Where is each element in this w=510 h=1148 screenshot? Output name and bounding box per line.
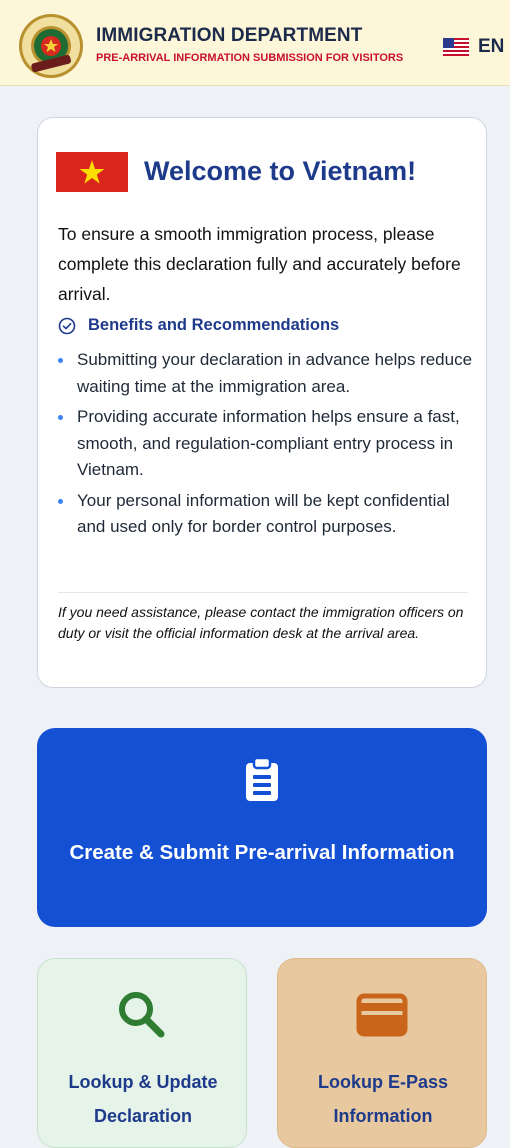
create-submit-button[interactable]: Create & Submit Pre-arrival Information xyxy=(37,728,487,927)
lookup-epass-label: Lookup E-Pass Information xyxy=(317,1072,449,1126)
language-label: EN xyxy=(478,36,505,57)
lookup-update-button[interactable]: Lookup & Update Declaration xyxy=(37,958,247,1148)
assistance-note: If you need assistance, please contact t… xyxy=(58,604,464,641)
lookup-update-label: Lookup & Update Declaration xyxy=(68,1072,218,1126)
intro-text: To ensure a smooth immigration process, … xyxy=(58,224,461,304)
welcome-title: Welcome to Vietnam! xyxy=(144,156,417,186)
list-item: Providing accurate information helps ens… xyxy=(58,404,478,484)
list-item: Submitting your declaration in advance h… xyxy=(58,347,478,400)
header-title: IMMIGRATION DEPARTMENT xyxy=(96,25,363,46)
card-icon xyxy=(356,993,408,1037)
vietnam-flag-icon xyxy=(56,152,128,192)
benefits-list: Submitting your declaration in advance h… xyxy=(58,347,478,545)
lookup-epass-button[interactable]: Lookup E-Pass Information xyxy=(277,958,487,1148)
header-subtitle: PRE-ARRIVAL INFORMATION SUBMISSION FOR V… xyxy=(96,52,404,64)
immigration-emblem-icon xyxy=(19,14,83,78)
benefits-title: Benefits and Recommendations xyxy=(88,316,340,334)
check-circle-icon xyxy=(58,317,76,334)
search-icon xyxy=(119,992,165,1038)
divider xyxy=(58,592,468,593)
app-header: IMMIGRATION DEPARTMENT PRE-ARRIVAL INFOR… xyxy=(0,0,510,86)
create-submit-label: Create & Submit Pre-arrival Information xyxy=(69,841,455,864)
language-selector[interactable]: EN xyxy=(443,36,504,58)
us-flag-icon xyxy=(443,38,469,56)
clipboard-icon xyxy=(246,756,278,801)
welcome-card: Welcome to Vietnam! To ensure a smooth i… xyxy=(37,117,487,688)
list-item: Your personal information will be kept c… xyxy=(58,488,478,541)
benefits-heading: Benefits and Recommendations xyxy=(58,316,339,335)
